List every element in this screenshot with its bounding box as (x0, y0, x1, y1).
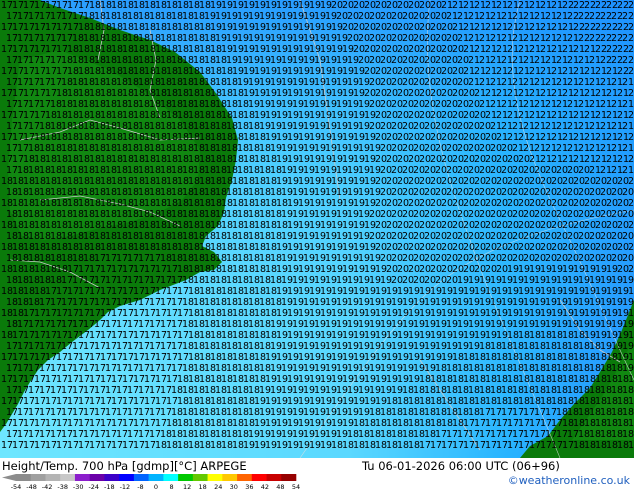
colorbar-tick-label: 30 (230, 483, 238, 490)
contour-label: 19 (628, 286, 634, 297)
map-area: 17 17 17 17 17 17 17 17 18 18 18 18 18 18 18 18 18 18 18 19… (0, 0, 634, 458)
contour-label: 20 (628, 242, 634, 253)
colorbar-tick-label: 18 (199, 483, 207, 490)
contour-label: 22 (628, 44, 634, 55)
contour-label: 19 (628, 308, 634, 319)
contour-label: 20 (628, 220, 634, 231)
colorbar-tick-label: 8 (169, 483, 173, 490)
contour-label: 18 (622, 429, 634, 440)
colorbar-tick-label: 42 (261, 483, 269, 490)
colorbar-tick-label: -30 (73, 483, 84, 490)
contour-label: 21 (622, 143, 634, 154)
contour-label: 20 (628, 176, 634, 187)
contour-label: 19 (622, 297, 634, 308)
contour-label: 19 (628, 374, 634, 385)
colorbar-tick-label: -54 (11, 483, 22, 490)
colorbar-tick-label: -24 (88, 483, 99, 490)
colorbar-tick-label: -48 (26, 483, 37, 490)
contour-label: 20 (622, 253, 634, 264)
contour-label: 19 (622, 363, 634, 374)
contour-label: 20 (622, 231, 634, 242)
title-line: Height/Temp. 700 hPa [gdmp][°C] ARPEGE T… (0, 459, 634, 473)
contour-label: 21 (622, 99, 634, 110)
colorbar-tick-label: 54 (292, 483, 300, 490)
colorbar-swatch (192, 474, 208, 481)
contour-label: 21 (628, 88, 634, 99)
colorbar-tick-label: -38 (57, 483, 68, 490)
map-title: Height/Temp. 700 hPa [gdmp][°C] ARPEGE (2, 459, 247, 473)
colorbar-swatch (163, 474, 179, 481)
colorbar-tick-label: 36 (245, 483, 253, 490)
colorbar-swatch (119, 474, 135, 481)
colorbar-swatch (89, 474, 105, 481)
colorbar-swatch (16, 474, 32, 481)
temperature-map: 1717171717171717181818181818181818181819… (0, 0, 634, 458)
colorbar-swatch (237, 474, 253, 481)
contour-label: 22 (628, 0, 634, 11)
colorbar-swatch (207, 474, 223, 481)
contour-label: 22 (622, 33, 634, 44)
colorbar-swatch (45, 474, 61, 481)
contour-label: 19 (622, 341, 634, 352)
contour-label: 18 (622, 407, 634, 418)
colorbar-tick-label: -18 (104, 483, 115, 490)
colorbar-swatch (266, 474, 282, 481)
credit-link[interactable]: ©weatheronline.co.uk (508, 474, 630, 487)
contour-label: 21 (628, 110, 634, 121)
contour-label: 20 (622, 187, 634, 198)
contour-label: 21 (628, 132, 634, 143)
contour-label: 20 (628, 264, 634, 275)
contour-label: 22 (622, 55, 634, 66)
colorbar-swatch (104, 474, 120, 481)
colorbar-tick-label: 48 (276, 483, 284, 490)
map-datetime: Tu 06-01-2026 06:00 UTC (06+96) (362, 459, 560, 473)
colorbar-tick-label: 12 (183, 483, 191, 490)
contour-label-grid: 1717171717171717181818181818181818181819… (1, 0, 634, 451)
colorbar-swatch (281, 474, 297, 481)
colorbar-arrow-left (2, 474, 16, 481)
contour-label: 22 (628, 22, 634, 33)
colorbar-tick-label: -12 (120, 483, 131, 490)
contour-label: 18 (628, 396, 634, 407)
colorbar-swatch (178, 474, 194, 481)
contour-label: 21 (622, 165, 634, 176)
weather-map-page: 17 17 17 17 17 17 17 17 18 18 18 18 18 18 18 18 18 18 18 19… (0, 0, 634, 490)
colorbar-tick-label: 24 (214, 483, 222, 490)
contour-label: 21 (622, 77, 634, 88)
colorbar-swatch (148, 474, 164, 481)
contour-label: 22 (622, 11, 634, 22)
contour-label: 18 (628, 440, 634, 451)
colorbar-swatch (251, 474, 267, 481)
contour-label: 19 (628, 330, 634, 341)
colorbar: -54 -48 -42 -38 -30 -24 -18 -12 -8 0 8 12 18 24 30 36 42… (2, 474, 300, 490)
contour-label: 19 (622, 319, 634, 330)
colorbar-swatch (60, 474, 76, 481)
contour-label: 19 (628, 352, 634, 363)
colorbar-swatch (222, 474, 238, 481)
contour-label: 19 (622, 275, 634, 286)
map-footer: Height/Temp. 700 hPa [gdmp][°C] ARPEGE T… (0, 458, 634, 490)
colorbar-swatch (74, 474, 90, 481)
contour-label: 18 (628, 418, 634, 429)
contour-label: 21 (622, 121, 634, 132)
contour-label: 22 (628, 66, 634, 77)
contour-label: 21 (628, 154, 634, 165)
colorbar-tick-label: 0 (154, 483, 158, 490)
colorbar-swatch (30, 474, 46, 481)
colorbar-tick-label: -8 (137, 483, 143, 490)
contour-label: 18 (622, 385, 634, 396)
colorbar-swatch (133, 474, 149, 481)
colorbar-tick-label: -42 (42, 483, 53, 490)
contour-label: 20 (628, 198, 634, 209)
contour-label: 20 (622, 209, 634, 220)
